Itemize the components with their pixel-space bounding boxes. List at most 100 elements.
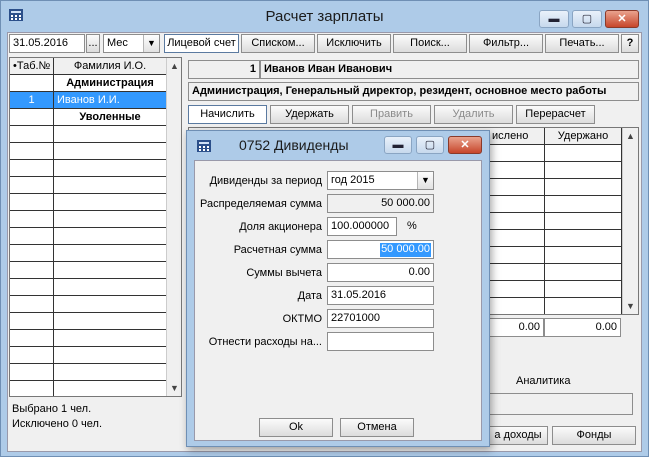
column-header-tab[interactable]: •Таб.№ xyxy=(10,58,54,75)
table-row[interactable] xyxy=(10,160,181,177)
percent-label: % xyxy=(407,220,417,232)
accrue-button[interactable]: Начислить xyxy=(188,105,267,124)
table-cell xyxy=(10,381,54,396)
dialog-close-button[interactable]: ✕ xyxy=(448,136,482,154)
distributed-field: 50 000.00 xyxy=(327,194,434,213)
group-label: Администрация xyxy=(54,75,167,92)
minimize-icon: ▬ xyxy=(548,13,560,25)
table-cell xyxy=(54,143,167,160)
delete-button[interactable]: Удалить xyxy=(434,105,513,124)
employee-name: Иванов И.И. xyxy=(54,92,167,109)
dialog-body: Дивиденды за период год 2015 ▼ Распредел… xyxy=(194,160,482,441)
cancel-button[interactable]: Отмена xyxy=(340,418,414,437)
date-picker-button[interactable]: ... xyxy=(86,34,100,53)
table-row[interactable] xyxy=(10,245,181,262)
table-cell xyxy=(10,143,54,160)
scroll-down-icon[interactable]: ▼ xyxy=(623,298,638,314)
withhold-button[interactable]: Удержать xyxy=(270,105,349,124)
maximize-icon: ▢ xyxy=(424,139,436,151)
table-row[interactable] xyxy=(10,381,181,396)
table-row[interactable] xyxy=(10,279,181,296)
income-button[interactable]: а доходы xyxy=(488,426,548,445)
table-cell xyxy=(545,179,622,196)
table-cell xyxy=(10,75,54,92)
accruals-scrollbar[interactable]: ▲ ▼ xyxy=(622,128,638,314)
table-cell xyxy=(10,177,54,194)
expense-input[interactable] xyxy=(327,332,434,351)
table-cell xyxy=(54,296,167,313)
period-dropdown[interactable]: год 2015 ▼ xyxy=(327,171,434,190)
dividends-dialog: 0752 Дивиденды ▬ ▢ ✕ Дивиденды за период… xyxy=(186,130,490,447)
oktmo-input[interactable]: 22701000 xyxy=(327,309,434,328)
maximize-button[interactable]: ▢ xyxy=(572,10,602,28)
total-accrued: 0.00 xyxy=(488,318,544,337)
table-row[interactable]: 1 Иванов И.И. xyxy=(10,92,181,109)
dialog-title: 0752 Дивиденды xyxy=(239,137,349,153)
distributed-label: Распределяемая сумма xyxy=(199,198,322,210)
table-cell xyxy=(545,298,622,314)
table-row[interactable] xyxy=(10,143,181,160)
employees-scrollbar[interactable]: ▲ ▼ xyxy=(166,58,181,396)
print-button[interactable]: Печать... xyxy=(545,34,619,53)
table-cell xyxy=(10,160,54,177)
exclude-button[interactable]: Исключить xyxy=(317,34,391,53)
minimize-button[interactable]: ▬ xyxy=(539,10,569,28)
account-button[interactable]: Лицевой счет xyxy=(164,34,239,53)
share-input[interactable]: 100.000000 xyxy=(327,217,397,236)
dialog-minimize-button[interactable]: ▬ xyxy=(384,136,412,154)
column-header-withheld[interactable]: Удержано xyxy=(545,128,622,145)
table-row[interactable] xyxy=(10,262,181,279)
analytics-label: Аналитика xyxy=(516,375,571,387)
funds-button[interactable]: Фонды xyxy=(552,426,636,445)
date-input[interactable]: 31.05.2016 xyxy=(327,286,434,305)
table-cell xyxy=(54,330,167,347)
filter-button[interactable]: Фильтр... xyxy=(469,34,543,53)
scroll-down-icon[interactable]: ▼ xyxy=(167,380,181,396)
help-button[interactable]: ? xyxy=(621,34,639,53)
scroll-up-icon[interactable]: ▲ xyxy=(167,58,181,74)
column-header-accrued[interactable]: ислено xyxy=(489,128,545,145)
scroll-up-icon[interactable]: ▲ xyxy=(623,128,638,144)
ok-button[interactable]: Ok xyxy=(259,418,333,437)
close-button[interactable]: ✕ xyxy=(605,10,639,28)
table-cell xyxy=(10,279,54,296)
table-cell xyxy=(545,281,622,298)
oktmo-label: ОКТМО xyxy=(282,313,322,325)
table-row[interactable] xyxy=(10,347,181,364)
deduct-input[interactable]: 0.00 xyxy=(327,263,434,282)
table-cell xyxy=(10,364,54,381)
table-cell xyxy=(54,347,167,364)
table-cell xyxy=(545,145,622,162)
period-select[interactable]: Мес ▼ xyxy=(103,34,160,53)
table-row[interactable] xyxy=(10,330,181,347)
table-cell xyxy=(54,228,167,245)
table-row[interactable] xyxy=(10,296,181,313)
table-cell xyxy=(54,211,167,228)
date-input[interactable]: 31.05.2016 xyxy=(9,34,85,53)
table-row[interactable] xyxy=(10,364,181,381)
table-row[interactable] xyxy=(10,177,181,194)
calc-field[interactable]: 50 000.00 xyxy=(327,240,434,259)
employee-info: Администрация, Генеральный директор, рез… xyxy=(188,82,639,101)
table-row[interactable] xyxy=(10,228,181,245)
table-cell xyxy=(10,211,54,228)
period-label: Дивиденды за период xyxy=(209,175,322,187)
edit-button[interactable]: Править xyxy=(352,105,431,124)
recalc-button[interactable]: Перерасчет xyxy=(516,105,595,124)
table-cell xyxy=(10,245,54,262)
table-row[interactable] xyxy=(10,194,181,211)
table-cell xyxy=(489,213,545,230)
table-row[interactable] xyxy=(10,211,181,228)
group-row-admin[interactable]: Администрация xyxy=(10,75,181,92)
title-bar[interactable]: Расчет зарплаты ▬ ▢ ✕ xyxy=(1,1,648,29)
table-row[interactable] xyxy=(10,126,181,143)
table-cell xyxy=(54,279,167,296)
table-row[interactable] xyxy=(10,313,181,330)
group-row-fired[interactable]: Уволенные xyxy=(10,109,181,126)
expense-label: Отнести расходы на... xyxy=(208,336,322,348)
close-icon: ✕ xyxy=(460,139,470,151)
search-button[interactable]: Поиск... xyxy=(393,34,467,53)
column-header-name[interactable]: Фамилия И.О. xyxy=(54,58,167,75)
dialog-maximize-button[interactable]: ▢ xyxy=(416,136,444,154)
list-button[interactable]: Списком... xyxy=(241,34,315,53)
